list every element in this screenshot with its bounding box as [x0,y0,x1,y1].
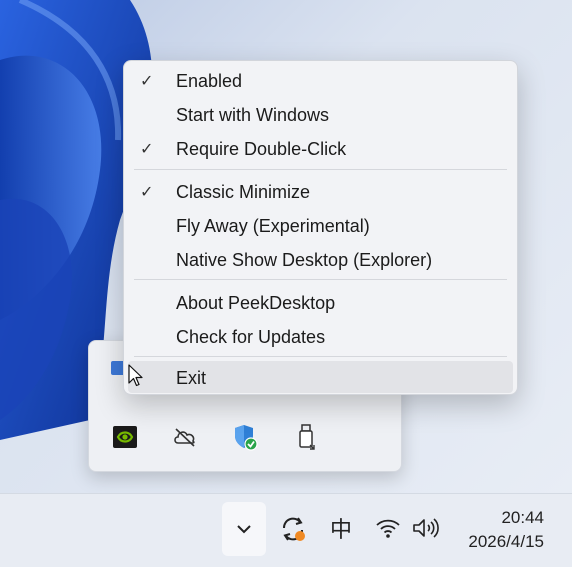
menu-item-label: Fly Away (Experimental) [176,216,370,236]
peekdesktop-context-menu: ✓ Enabled Start with Windows ✓ Require D… [123,60,518,395]
menu-item-enabled[interactable]: ✓ Enabled [128,64,513,96]
nvidia-icon[interactable] [111,423,139,451]
menu-item-label: Enabled [176,71,243,91]
menu-item-classic-minimize[interactable]: ✓ Classic Minimize [128,175,513,207]
menu-item-label: Native Show Desktop (Explorer) [176,250,433,270]
menu-item-native-show-desktop[interactable]: Native Show Desktop (Explorer) [128,243,513,275]
usb-drive-icon[interactable] [293,423,321,451]
chevron-down-icon [237,525,251,534]
menu-item-label: Start with Windows [176,105,330,125]
menu-item-exit[interactable]: Exit [128,361,513,393]
clock-date: 2026/4/15 [468,532,544,551]
menu-item-require-double-click[interactable]: ✓ Require Double-Click [128,132,513,164]
system-clock[interactable]: 20:44 2026/4/15 [468,506,544,554]
sync-icon[interactable] [276,512,310,546]
menu-separator [134,169,507,170]
menu-item-label: Require Double-Click [176,139,347,159]
menu-separator [134,356,507,357]
menu-item-about[interactable]: About PeekDesktop [128,286,513,318]
menu-item-fly-away[interactable]: Fly Away (Experimental) [128,209,513,241]
mouse-cursor-icon [128,364,144,393]
checkmark-icon: ✓ [140,73,154,90]
wifi-icon[interactable] [374,514,402,542]
menu-item-label: Exit [176,368,207,388]
menu-item-label: Check for Updates [176,327,326,347]
checkmark-icon: ✓ [140,141,154,158]
cloud-off-icon[interactable] [171,423,199,451]
menu-separator [134,279,507,280]
taskbar: 中 20:44 2026/4/15 [0,493,572,567]
show-hidden-icons-button[interactable] [222,502,266,556]
menu-item-check-updates[interactable]: Check for Updates [128,320,513,352]
volume-icon[interactable] [410,514,440,542]
checkmark-icon: ✓ [140,184,154,201]
clock-time: 20:44 [501,508,544,527]
ime-mode-indicator[interactable]: 中 [326,512,356,544]
menu-item-label: About PeekDesktop [176,293,336,313]
menu-item-start-with-windows[interactable]: Start with Windows [128,98,513,130]
menu-item-label: Classic Minimize [176,182,311,202]
windows-security-icon[interactable] [231,423,259,451]
